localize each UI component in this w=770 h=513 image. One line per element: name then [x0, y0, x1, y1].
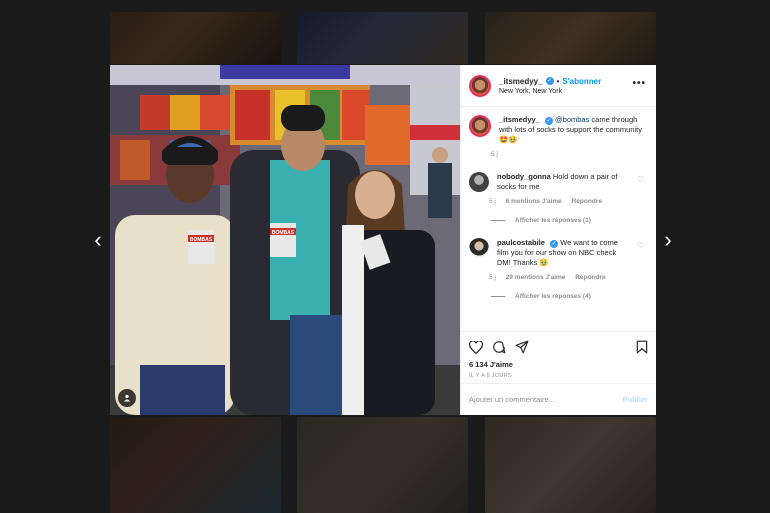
comment-icon[interactable] — [492, 340, 506, 354]
caption-time[interactable]: 5 j — [491, 151, 498, 158]
post-modal: BOMBAS BOMBAS _itsmedyy_ ✓ • S'abonner N… — [110, 65, 656, 415]
separator-dot: • — [556, 76, 560, 86]
post-header: _itsmedyy_ ✓ • S'abonner New York, New Y… — [461, 65, 656, 107]
view-replies-button[interactable]: Afficher les réponses (4) — [491, 293, 648, 300]
replies-divider — [491, 296, 505, 297]
caption-mention-link[interactable]: @bombas — [555, 115, 589, 124]
post-photo[interactable]: BOMBAS BOMBAS — [110, 65, 460, 415]
post-timestamp[interactable]: IL Y A 5 JOURS — [469, 373, 648, 379]
author-username[interactable]: _itsmedyy_ — [499, 77, 543, 86]
likes-count[interactable]: 6 134 J'aime — [469, 360, 648, 369]
share-icon[interactable] — [515, 340, 529, 354]
commenter-username[interactable]: nobody_gonna — [497, 172, 551, 181]
post-caption: _itsmedyy_ ✓ @bombas came through with l… — [469, 115, 648, 158]
publish-button[interactable]: Publier — [623, 395, 648, 404]
comment-like-heart-icon[interactable]: ♡ — [637, 175, 644, 184]
comment-item: paulcostabile ✓ We want to come film you… — [469, 238, 648, 281]
comment-time[interactable]: 5 j — [489, 274, 496, 281]
sock-label: BOMBAS — [272, 230, 295, 236]
commenter-username[interactable]: paulcostabile — [497, 238, 545, 247]
verified-badge-icon: ✓ — [544, 117, 553, 125]
verified-badge-icon: ✓ — [545, 77, 554, 85]
post-location[interactable]: New York, New York — [499, 88, 601, 95]
post-photo-illustration: BOMBAS BOMBAS — [110, 65, 460, 415]
add-comment-input[interactable] — [469, 395, 623, 404]
commenter-avatar[interactable] — [469, 238, 489, 258]
view-replies-label: Afficher les réponses (4) — [515, 293, 591, 300]
comment-time[interactable]: 5 j — [489, 198, 496, 205]
comment-likes-count[interactable]: 6 mentions J'aime — [506, 198, 562, 205]
author-avatar[interactable] — [469, 74, 491, 97]
post-side-panel: _itsmedyy_ ✓ • S'abonner New York, New Y… — [460, 65, 656, 415]
caption-author-avatar[interactable] — [469, 115, 491, 137]
comment-like-heart-icon[interactable]: ♡ — [637, 241, 644, 250]
post-actions: 6 134 J'aime IL Y A 5 JOURS — [461, 331, 656, 383]
replies-divider — [491, 220, 505, 221]
view-replies-button[interactable]: Afficher les réponses (1) — [491, 217, 648, 224]
reply-button[interactable]: Répondre — [575, 274, 605, 281]
bookmark-icon[interactable] — [636, 340, 648, 354]
commenter-avatar[interactable] — [469, 172, 489, 192]
caption-username[interactable]: _itsmedyy_ — [499, 115, 540, 124]
comment-item: nobody_gonna Hold down a pair of socks f… — [469, 172, 648, 205]
sock-label: BOMBAS — [190, 237, 213, 243]
next-post-arrow-icon[interactable]: › — [658, 229, 678, 251]
more-options-icon[interactable]: ••• — [632, 78, 646, 89]
view-replies-label: Afficher les réponses (1) — [515, 217, 591, 224]
add-comment-bar: Publier — [461, 383, 656, 415]
verified-badge-icon: ✓ — [550, 240, 559, 248]
heart-icon[interactable] — [469, 340, 483, 354]
comments-section[interactable]: _itsmedyy_ ✓ @bombas came through with l… — [461, 107, 656, 331]
comment-likes-count[interactable]: 29 mentions J'aime — [506, 274, 566, 281]
previous-post-arrow-icon[interactable]: ‹ — [88, 229, 108, 251]
follow-button[interactable]: S'abonner — [562, 77, 601, 86]
user-tag-icon[interactable] — [118, 389, 136, 407]
reply-button[interactable]: Répondre — [572, 198, 602, 205]
